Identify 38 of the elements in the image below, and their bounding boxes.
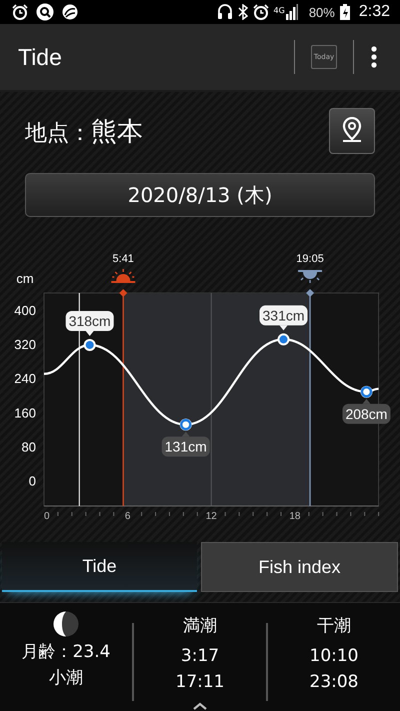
moon-age: 月齢：23.4 xyxy=(22,641,110,664)
tab[interactable]: Fish index xyxy=(201,542,398,592)
annotation: 318cm xyxy=(68,312,111,329)
y-tick-label: 400 xyxy=(14,303,36,318)
y-tick-label: 320 xyxy=(14,337,36,352)
y-axis-unit: cm xyxy=(16,271,34,286)
x-tick-label: 6 xyxy=(124,511,130,522)
tide-type: 小潮 xyxy=(49,667,83,690)
sunrise-time: 5:41 xyxy=(112,253,134,265)
date-button[interactable]: 2020/8/13 (木) xyxy=(25,173,375,217)
annotation: 208cm xyxy=(345,406,388,422)
location-name: 熊本 xyxy=(91,116,143,148)
x-tick-label: 18 xyxy=(289,511,301,522)
y-tick-label: 240 xyxy=(14,371,36,386)
tide-height-callout: 208cm xyxy=(342,398,390,424)
tide-height-callout: 318cm xyxy=(66,310,114,336)
location-label: 地点： xyxy=(25,120,91,148)
y-tick-label: 0 xyxy=(28,473,36,488)
tide-height-callout: 331cm xyxy=(260,305,308,330)
tide-height-callout: 131cm xyxy=(162,432,210,457)
low-tide-title: 干潮 xyxy=(317,615,351,638)
y-tick-label: 160 xyxy=(14,405,36,420)
high-tide-time: 3:17 xyxy=(180,645,220,668)
x-tick-label: 0 xyxy=(44,511,50,522)
battery-percent: 80% xyxy=(308,4,335,20)
network-type: 4G xyxy=(274,6,285,15)
high-tide-title: 満潮 xyxy=(183,615,217,638)
x-tick-label: 12 xyxy=(206,511,217,522)
annotation: 331cm xyxy=(262,307,305,324)
sunset-time: 19:05 xyxy=(296,253,324,265)
app-title: Tide xyxy=(18,44,62,70)
annotation: 131cm xyxy=(164,438,207,455)
low-tide-time: 23:08 xyxy=(310,671,358,694)
tab[interactable]: Tide xyxy=(2,542,197,592)
high-tide-time: 17:11 xyxy=(176,671,224,694)
y-tick-label: 80 xyxy=(22,439,36,454)
low-tide-time: 10:10 xyxy=(310,645,358,668)
clock-time: 2:32 xyxy=(358,3,390,21)
